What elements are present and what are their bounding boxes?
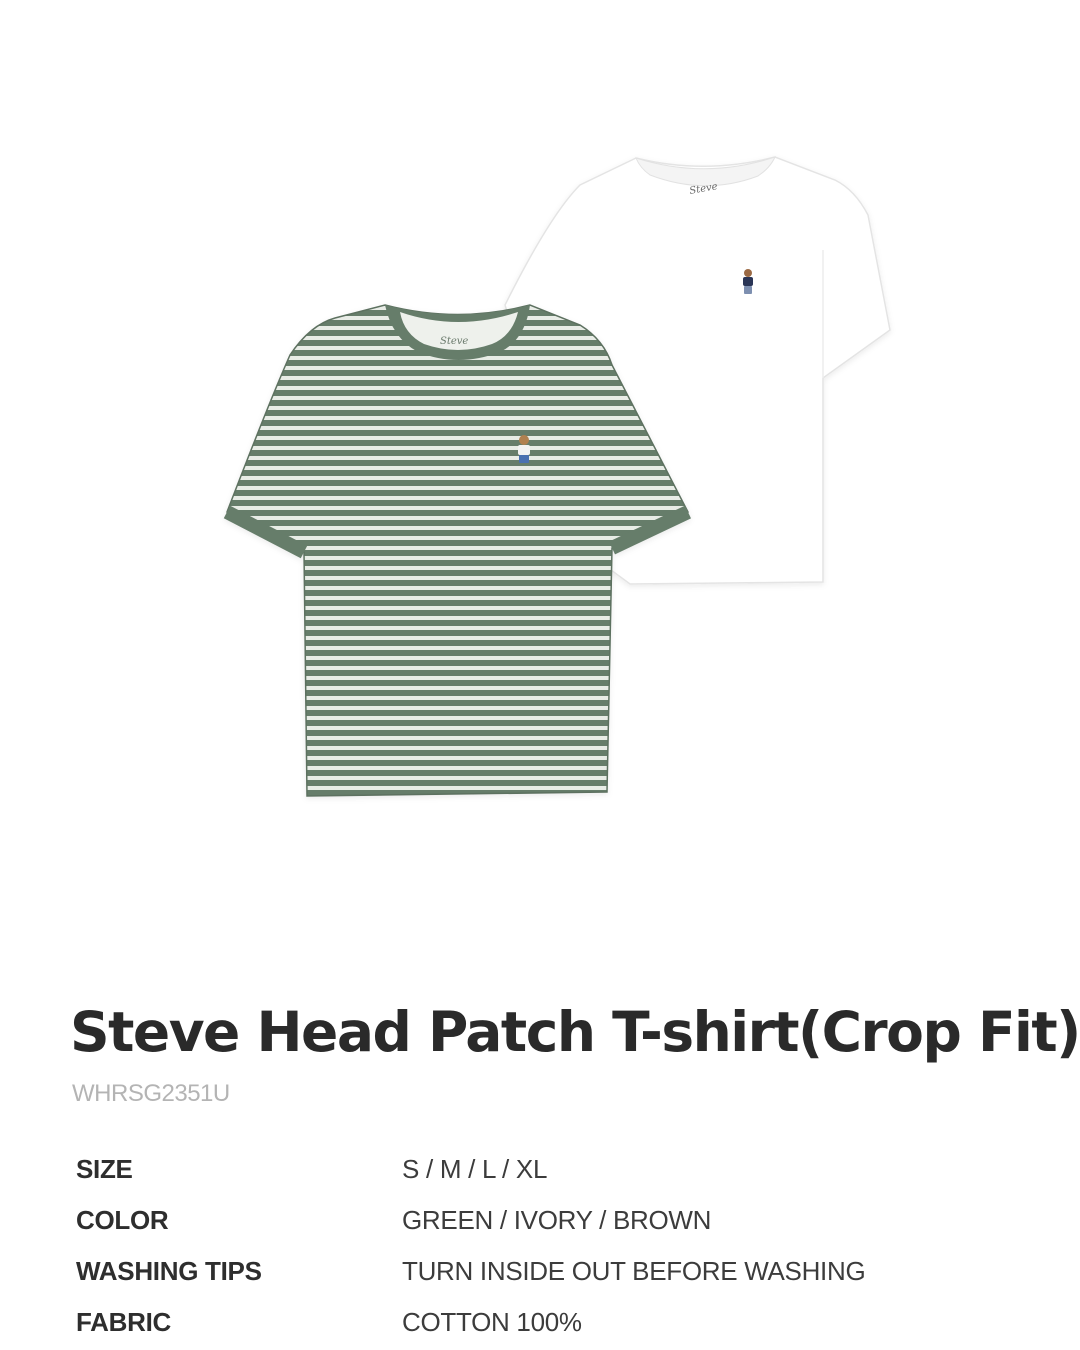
product-title: Steve Head Patch T-shirt(Crop Fit) xyxy=(70,1000,1080,1064)
spec-label: WASHING TIPS xyxy=(76,1256,262,1286)
spec-label: FABRIC xyxy=(76,1307,171,1337)
spec-row-color: COLOR GREEN / IVORY / BROWN xyxy=(0,1205,1080,1245)
spec-value: TURN INSIDE OUT BEFORE WASHING xyxy=(402,1256,866,1286)
green-striped-t-shirt: Steve xyxy=(223,304,691,797)
spec-row-size: SIZE S / M / L / XL xyxy=(0,1154,1080,1194)
product-code: WHRSG2351U xyxy=(72,1080,230,1107)
bear-patch-icon xyxy=(518,435,530,463)
spec-row-washing-tips: WASHING TIPS TURN INSIDE OUT BEFORE WASH… xyxy=(0,1256,1080,1296)
spec-value: COTTON 100% xyxy=(402,1307,582,1337)
spec-label: COLOR xyxy=(76,1205,169,1235)
product-image: Steve Steve xyxy=(223,156,891,797)
spec-value: GREEN / IVORY / BROWN xyxy=(402,1205,712,1235)
spec-label: SIZE xyxy=(76,1154,133,1184)
svg-text:Steve: Steve xyxy=(440,336,468,347)
bear-patch-icon xyxy=(743,269,753,294)
spec-value: S / M / L / XL xyxy=(402,1154,548,1184)
spec-row-fabric: FABRIC COTTON 100% xyxy=(0,1307,1080,1347)
